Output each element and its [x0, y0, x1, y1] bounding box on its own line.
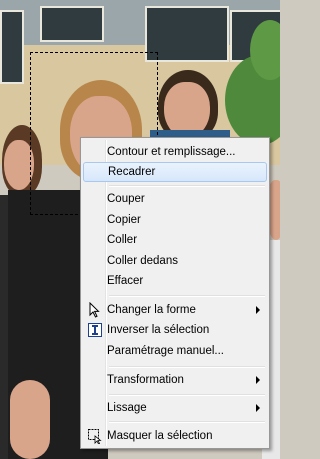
- menu-item-label: Transformation: [107, 374, 184, 386]
- menu-item-label: Recadrer: [108, 166, 156, 178]
- menu-item-masquer-la-selection[interactable]: Masquer la sélection: [83, 426, 267, 446]
- menu-item-label: Lissage: [107, 402, 147, 414]
- menu-item-lissage[interactable]: Lissage: [83, 398, 267, 418]
- menu-item-label: Paramétrage manuel...: [107, 345, 224, 357]
- menu-item-label: Contour et remplissage...: [107, 146, 236, 158]
- menu-item-coller[interactable]: Coller: [83, 230, 267, 250]
- submenu-arrow-icon: [256, 376, 260, 384]
- submenu-arrow-icon: [256, 306, 260, 314]
- menu-item-label: Copier: [107, 214, 141, 226]
- menu-item-couper[interactable]: Couper: [83, 189, 267, 209]
- menu-separator: [109, 366, 265, 368]
- menu-item-transformation[interactable]: Transformation: [83, 370, 267, 390]
- menu-item-changer-la-forme[interactable]: Changer la forme: [83, 300, 267, 320]
- text-cursor-icon: [87, 322, 103, 338]
- submenu-arrow-icon: [256, 404, 260, 412]
- arrow-cursor-icon: [87, 301, 103, 318]
- menu-item-inverser-la-selection[interactable]: Inverser la sélection: [83, 320, 267, 340]
- menu-item-parametrage-manuel[interactable]: Paramétrage manuel...: [83, 341, 267, 361]
- menu-item-label: Coller: [107, 234, 138, 246]
- menu-separator: [109, 421, 265, 423]
- menu-item-label: Changer la forme: [107, 304, 196, 316]
- menu-separator: [109, 295, 265, 297]
- context-menu: Contour et remplissage... Recadrer Coupe…: [80, 137, 270, 449]
- menu-separator: [109, 185, 265, 187]
- menu-item-copier[interactable]: Copier: [83, 210, 267, 230]
- menu-item-contour-et-remplissage[interactable]: Contour et remplissage...: [83, 142, 267, 162]
- menu-item-label: Couper: [107, 193, 145, 205]
- menu-item-label: Inverser la sélection: [107, 324, 210, 336]
- menu-separator: [109, 394, 265, 396]
- hide-selection-icon: [87, 428, 103, 445]
- menu-item-label: Effacer: [107, 275, 144, 287]
- menu-item-recadrer[interactable]: Recadrer: [83, 162, 267, 182]
- menu-item-coller-dedans[interactable]: Coller dedans: [83, 251, 267, 271]
- menu-item-label: Coller dedans: [107, 255, 178, 267]
- menu-item-effacer[interactable]: Effacer: [83, 271, 267, 291]
- menu-item-label: Masquer la sélection: [107, 430, 213, 442]
